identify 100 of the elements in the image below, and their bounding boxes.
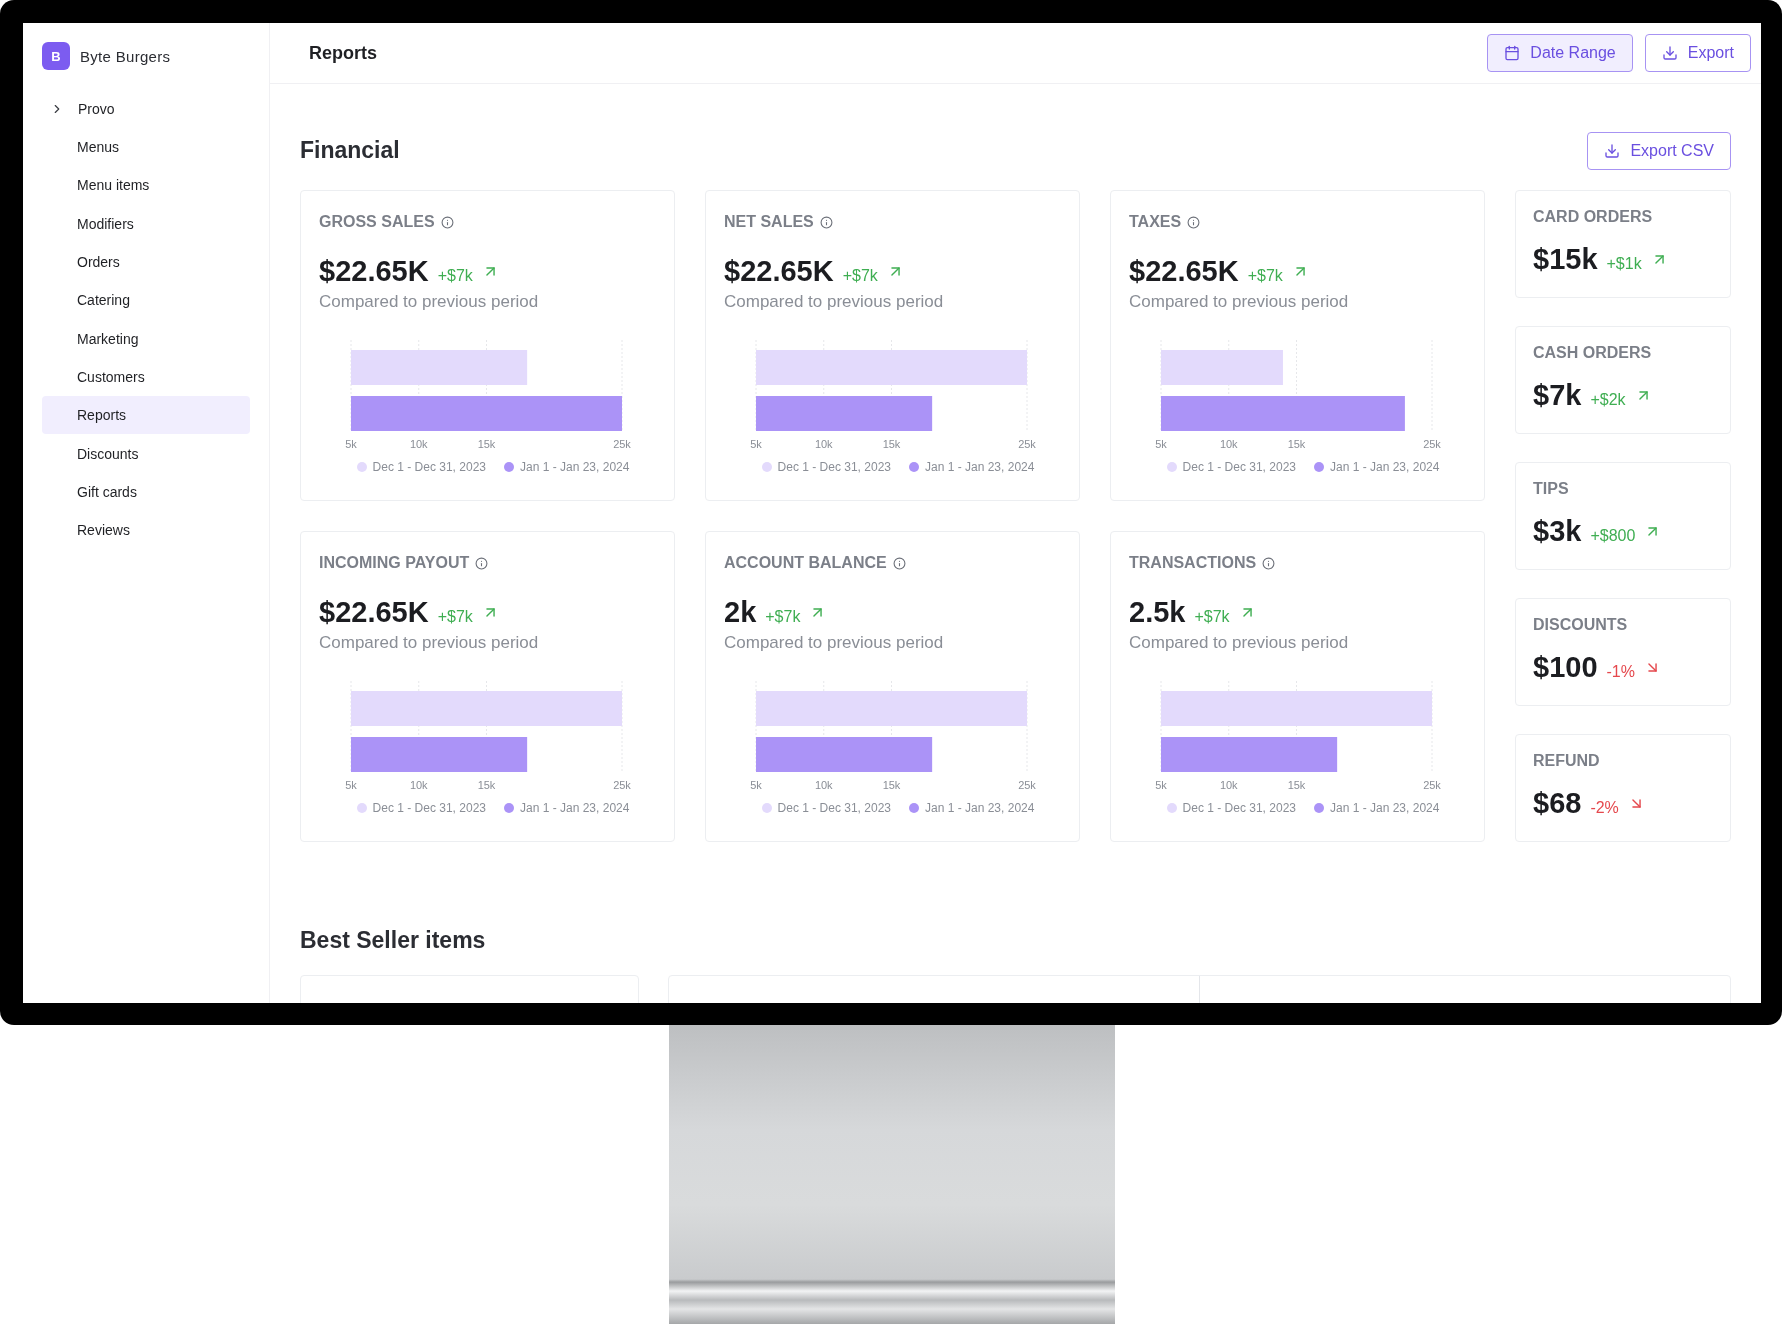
axis-label: 25k: [613, 779, 631, 791]
metric-change: -1%: [1606, 663, 1635, 681]
metric-note: Compared to previous period: [723, 292, 945, 312]
metric-note: Compared to previous period: [318, 292, 540, 312]
metric-change: +$7k: [1194, 608, 1230, 626]
info-icon: [1187, 215, 1201, 229]
download-icon: [1604, 142, 1621, 159]
legend-label: Dec 1 - Dec 31, 2023: [372, 460, 486, 474]
legend-label: Dec 1 - Dec 31, 2023: [372, 801, 486, 815]
axis-label: 10k: [409, 779, 428, 791]
metric-value: $15k: [1533, 243, 1598, 276]
metric-title: NET SALES: [724, 213, 814, 231]
metric-value: $68: [1533, 787, 1582, 820]
info-icon: [475, 556, 489, 570]
metric-change: -2%: [1590, 799, 1619, 817]
location-item[interactable]: Provo: [78, 101, 115, 117]
axis-label: 15k: [477, 438, 496, 450]
legend-label: Jan 1 - Jan 23, 2024: [925, 801, 1035, 815]
metric-value: 2k: [724, 596, 757, 629]
date-range-button[interactable]: Date Range: [1487, 34, 1633, 72]
metric-value: $22.65K: [319, 596, 429, 629]
metric-note: Compared to previous period: [318, 633, 540, 653]
sidebar-item[interactable]: Catering: [42, 281, 250, 320]
metric-change: +$2k: [1590, 391, 1626, 409]
sidebar-item[interactable]: Customers: [42, 357, 250, 397]
axis-label: 10k: [409, 438, 428, 450]
export-csv-button[interactable]: Export CSV: [1587, 131, 1731, 170]
axis-label: 10k: [1219, 779, 1238, 791]
metric-value: $22.65K: [319, 255, 429, 288]
legend-label: Dec 1 - Dec 31, 2023: [777, 460, 891, 474]
legend-label: Dec 1 - Dec 31, 2023: [1182, 801, 1296, 815]
axis-label: 15k: [882, 779, 901, 791]
sidebar-item[interactable]: Gift cards: [42, 472, 250, 511]
metric-value: 2.5k: [1129, 596, 1186, 629]
metric-change: +$7k: [437, 608, 473, 626]
metric-note: Compared to previous period: [1128, 633, 1350, 653]
brand-name: Byte Burgers: [80, 47, 171, 65]
metric-title: CASH ORDERS: [1533, 344, 1652, 361]
axis-label: 15k: [477, 779, 496, 791]
metric-change: +$7k: [765, 608, 801, 626]
legend-label: Jan 1 - Jan 23, 2024: [520, 801, 630, 815]
axis-label: 10k: [814, 779, 833, 791]
sidebar-item[interactable]: Menu items: [42, 166, 250, 205]
axis-label: 5k: [1155, 779, 1167, 791]
legend-label: Dec 1 - Dec 31, 2023: [1182, 460, 1296, 474]
metric-change: +$7k: [1247, 267, 1283, 285]
metric-value: $3k: [1533, 515, 1582, 548]
axis-label: 10k: [1219, 438, 1238, 450]
axis-label: 15k: [1287, 779, 1306, 791]
metric-value: $100: [1533, 651, 1598, 684]
axis-label: 25k: [1423, 438, 1441, 450]
metric-title: CARD ORDERS: [1533, 208, 1653, 225]
sidebar-item[interactable]: Menus: [42, 128, 250, 167]
info-icon: [892, 556, 906, 570]
axis-label: 5k: [345, 438, 357, 450]
metric-value: $22.65K: [724, 255, 834, 288]
legend-label: Dec 1 - Dec 31, 2023: [777, 801, 891, 815]
export-button[interactable]: Export: [1644, 34, 1751, 72]
metric-note: Compared to previous period: [1128, 292, 1350, 312]
axis-label: 15k: [1287, 438, 1306, 450]
info-icon: [1262, 556, 1276, 570]
metric-value: $22.65K: [1129, 255, 1239, 288]
metric-change: +$7k: [842, 267, 878, 285]
legend-label: Jan 1 - Jan 23, 2024: [1330, 801, 1440, 815]
sidebar-item[interactable]: Marketing: [42, 319, 250, 358]
metric-value: $7k: [1533, 379, 1582, 412]
metric-title: GROSS SALES: [319, 213, 435, 231]
info-icon: [819, 215, 833, 229]
axis-label: 5k: [345, 779, 357, 791]
axis-label: 5k: [1155, 438, 1167, 450]
legend-label: Jan 1 - Jan 23, 2024: [1330, 460, 1440, 474]
metric-title: TAXES: [1129, 213, 1182, 231]
axis-label: 25k: [613, 438, 631, 450]
metric-title: DISCOUNTS: [1533, 616, 1628, 633]
sidebar-item[interactable]: Modifiers: [42, 204, 250, 243]
metric-change: +$1k: [1606, 255, 1642, 273]
metric-change: +$7k: [437, 267, 473, 285]
axis-label: 5k: [750, 438, 762, 450]
metric-title: TRANSACTIONS: [1129, 554, 1257, 572]
axis-label: 25k: [1018, 779, 1036, 791]
sidebar-item[interactable]: Reviews: [42, 510, 250, 550]
legend-label: Jan 1 - Jan 23, 2024: [925, 460, 1035, 474]
metric-title: INCOMING PAYOUT: [319, 554, 470, 572]
calendar-icon: [1504, 45, 1521, 61]
brand-logo: B: [42, 42, 70, 70]
axis-label: 25k: [1018, 438, 1036, 450]
download-icon: [1661, 45, 1678, 61]
sidebar-item[interactable]: Discounts: [42, 434, 250, 473]
axis-label: 10k: [814, 438, 833, 450]
metric-note: Compared to previous period: [723, 633, 945, 653]
page-title: Reports: [309, 42, 377, 64]
axis-label: 5k: [750, 779, 762, 791]
sidebar-item[interactable]: Reports: [42, 396, 250, 435]
section-title: Best Seller items: [300, 927, 487, 955]
metric-title: TIPS: [1533, 480, 1569, 497]
metric-change: +$800: [1590, 527, 1636, 545]
axis-label: 15k: [882, 438, 901, 450]
sidebar-item[interactable]: Orders: [42, 242, 250, 282]
section-title: Financial: [300, 137, 400, 164]
info-icon: [440, 215, 454, 229]
